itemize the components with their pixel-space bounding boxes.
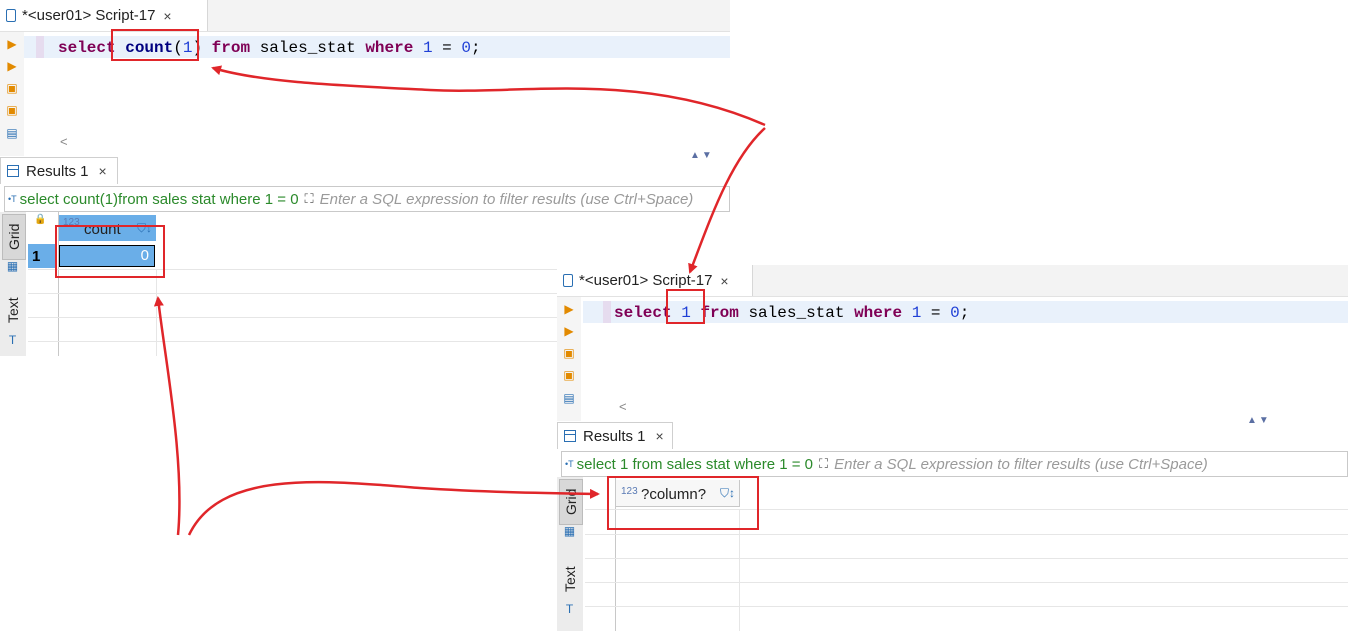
arrow-to-column-header — [187, 480, 600, 536]
arrow-to-count-expression — [211, 65, 766, 127]
arrow-to-select-1 — [688, 127, 766, 274]
annotation-arrows — [153, 65, 766, 536]
arrow-to-count-result — [153, 296, 181, 536]
